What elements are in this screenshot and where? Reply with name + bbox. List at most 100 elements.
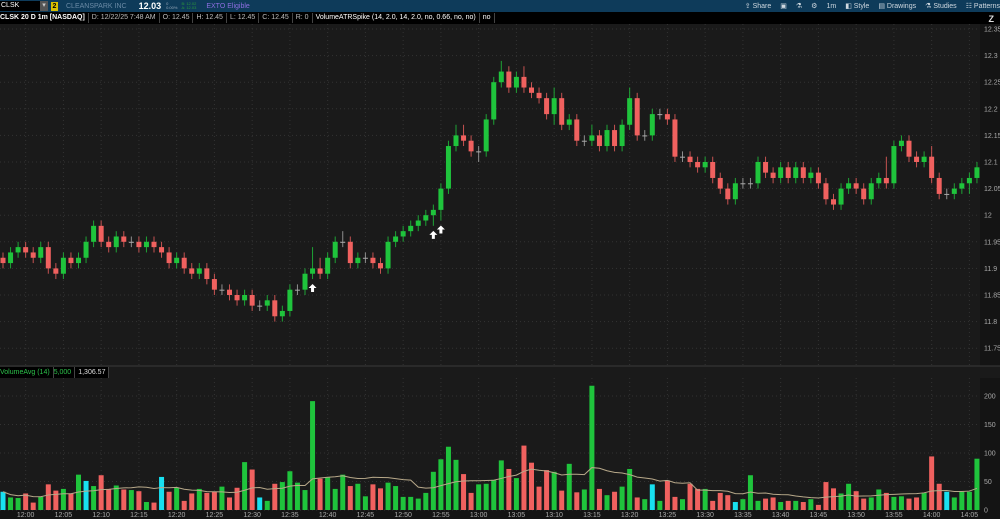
candle-body <box>438 188 444 210</box>
candle-body <box>385 241 391 269</box>
volume-bar <box>959 491 965 510</box>
candle-body <box>143 241 149 248</box>
candle-body <box>566 119 572 125</box>
candle-body <box>559 98 565 125</box>
volume-bar <box>166 491 172 510</box>
volume-bar <box>740 499 746 510</box>
candle-body <box>370 257 376 264</box>
volume-bar <box>121 489 127 510</box>
volume-bar <box>536 486 542 510</box>
price-tick-label: 11.9 <box>984 266 997 273</box>
volume-bar <box>921 492 927 510</box>
candle-body <box>891 146 897 184</box>
volume-header: VolumeAvg (14) 5,000 1,306.57 <box>0 367 110 378</box>
candle-body <box>951 188 957 194</box>
volume-bar <box>317 478 323 510</box>
volume-bar <box>898 496 904 510</box>
candle-body <box>302 273 308 290</box>
volume-bar <box>966 491 972 510</box>
candle-body <box>966 177 972 184</box>
volume-bar <box>15 498 21 510</box>
price-tick-label: 12.35 <box>984 27 1000 34</box>
volume-bar <box>60 488 66 510</box>
candle-body <box>181 257 187 269</box>
volume-bar <box>763 498 769 510</box>
candle-body <box>272 300 278 317</box>
candle-body <box>0 257 6 264</box>
candle-body <box>664 114 670 120</box>
volume-study-label[interactable]: VolumeAvg (14) <box>0 367 54 378</box>
volume-bar <box>174 487 180 510</box>
volume-bar <box>362 496 368 510</box>
volume-bar <box>242 462 248 510</box>
volume-bar <box>853 491 859 510</box>
volume-bar <box>423 492 429 510</box>
volume-bar <box>136 491 142 510</box>
candle-body <box>551 98 557 115</box>
volume-value: 5,000 <box>54 367 76 378</box>
volume-bar <box>143 502 149 510</box>
candle-body <box>702 162 708 168</box>
price-volume-chart[interactable]: 12.35 12.3 12.25 12.2 12.15 12.1 12.05 12 11.95 1… <box>0 0 1000 519</box>
volume-bar <box>891 496 897 510</box>
volume-bar <box>279 482 285 510</box>
candle-body <box>30 252 36 258</box>
candle-body <box>596 135 602 147</box>
candle-body <box>868 183 874 200</box>
time-tick-label: 13:50 <box>847 512 865 519</box>
candle-body <box>121 236 127 242</box>
candle-body <box>310 268 316 274</box>
candle-body <box>536 92 542 99</box>
candle-body <box>211 279 217 290</box>
volume-bar <box>513 478 519 510</box>
time-tick-label: 12:20 <box>168 512 186 519</box>
candle-body <box>445 146 451 189</box>
candle-body <box>106 241 112 248</box>
candle-body <box>755 162 761 184</box>
candle-body <box>76 257 81 264</box>
time-tick-label: 13:25 <box>659 512 677 519</box>
volume-bar <box>385 482 391 510</box>
volume-bar <box>0 491 6 510</box>
candle-body <box>838 188 844 205</box>
volume-bar <box>30 502 36 510</box>
price-axis <box>980 24 1000 366</box>
volume-bar <box>91 486 97 510</box>
candle-body <box>876 177 882 184</box>
volume-bar <box>325 477 331 510</box>
volume-bar <box>106 488 112 510</box>
volume-bar <box>883 492 889 510</box>
time-tick-label: 13:20 <box>621 512 639 519</box>
candle-body <box>234 295 240 301</box>
price-tick-label: 12.2 <box>984 106 998 113</box>
candle-body <box>627 98 633 125</box>
candle-body <box>113 236 119 248</box>
candle-body <box>959 183 965 189</box>
candle-body <box>898 140 904 147</box>
volume-bar <box>974 458 980 510</box>
volume-bar <box>204 492 210 510</box>
volume-bar <box>604 495 610 510</box>
price-tick-label: 11.75 <box>984 346 1000 353</box>
candle-body <box>944 193 950 195</box>
time-tick-label: 13:45 <box>810 512 828 519</box>
volume-tick-label: 0 <box>984 508 988 515</box>
candle-body <box>589 135 595 141</box>
volume-bar <box>642 499 648 510</box>
candle-body <box>136 241 142 248</box>
candle-body <box>785 167 791 178</box>
candle-body <box>279 310 285 317</box>
volume-bar <box>332 488 338 510</box>
candle-body <box>408 225 414 232</box>
volume-bar <box>393 486 399 510</box>
volume-tick-label: 150 <box>984 422 996 429</box>
volume-bar <box>53 490 59 510</box>
candle-body <box>45 247 51 269</box>
candle-body <box>400 231 406 237</box>
time-tick-label: 13:35 <box>734 512 752 519</box>
volume-bar <box>755 500 761 510</box>
candle-body <box>574 119 580 141</box>
time-tick-label: 14:00 <box>923 512 941 519</box>
candle-body <box>544 98 550 115</box>
candle-body <box>853 183 859 189</box>
